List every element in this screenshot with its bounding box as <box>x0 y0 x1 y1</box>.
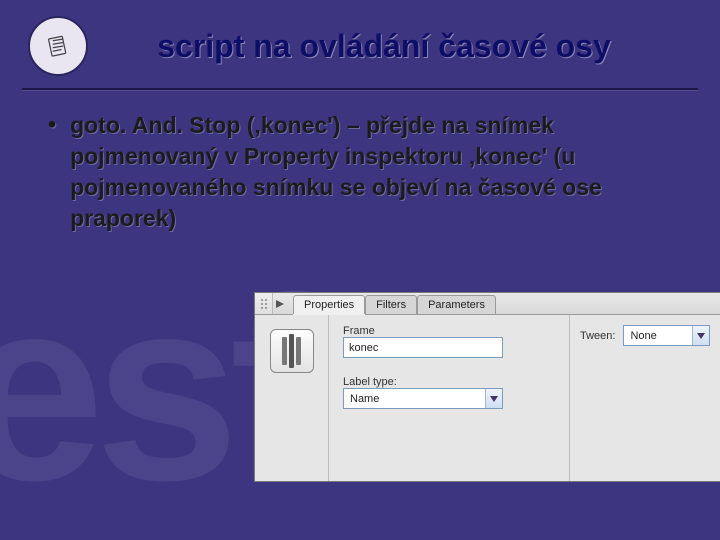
panel-titlebar: Properties Filters Parameters <box>255 293 720 315</box>
chevron-down-icon <box>692 326 709 345</box>
panel-grip-icon[interactable] <box>255 293 273 314</box>
labeltype-value: Name <box>344 393 485 405</box>
bullet-marker: • <box>48 110 56 234</box>
panel-collapse-icon[interactable] <box>273 293 287 314</box>
divider <box>22 88 698 90</box>
tab-filters[interactable]: Filters <box>365 295 417 314</box>
slide-title: script na ovládání časové osy <box>112 28 696 65</box>
tween-value: None <box>624 330 692 342</box>
logo-icon <box>28 16 88 76</box>
panel-tabs: Properties Filters Parameters <box>287 293 496 314</box>
labeltype-label: Label type: <box>343 376 555 388</box>
slide-body: • goto. And. Stop (‚konec') – přejde na … <box>0 96 720 234</box>
property-inspector-panel: Properties Filters Parameters Frame <box>254 292 720 482</box>
slide-header: script na ovládání časové osy <box>0 0 720 88</box>
chevron-down-icon <box>485 389 502 408</box>
frame-type-icon-area <box>255 315 329 481</box>
tab-properties[interactable]: Properties <box>293 295 365 314</box>
bullet-text: goto. And. Stop (‚konec') – přejde na sn… <box>70 110 672 234</box>
tab-label: Properties <box>304 299 354 311</box>
frame-icon[interactable] <box>270 329 314 373</box>
tab-parameters[interactable]: Parameters <box>417 295 496 314</box>
tween-label: Tween: <box>580 330 615 342</box>
labeltype-dropdown[interactable]: Name <box>343 388 503 409</box>
tab-label: Filters <box>376 299 406 311</box>
bullet-item: • goto. And. Stop (‚konec') – přejde na … <box>48 110 672 234</box>
frame-label: Frame <box>343 325 555 337</box>
frame-name-input[interactable] <box>343 337 503 358</box>
tab-label: Parameters <box>428 299 485 311</box>
tween-dropdown[interactable]: None <box>623 325 710 346</box>
